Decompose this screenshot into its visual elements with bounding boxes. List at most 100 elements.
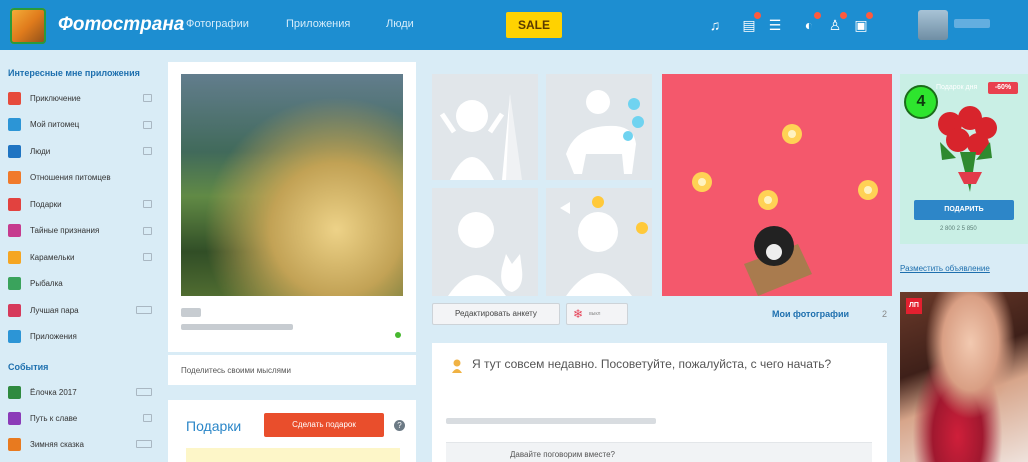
edit-profile-button[interactable]: Редактировать анкету (432, 303, 560, 325)
events-item[interactable]: Зимняя сказка (8, 436, 158, 452)
snowflake-icon: ❄ (573, 307, 584, 321)
apps-item-label: Подарки (30, 199, 62, 209)
events-item-label: Зимняя сказка (30, 439, 84, 449)
apps-item[interactable]: Люди (8, 143, 158, 159)
photo-placeholder-girl-butterfly[interactable] (546, 188, 652, 296)
photo-placeholder-girl-horse[interactable] (546, 74, 652, 180)
badge-box-icon (143, 120, 152, 129)
apps-app-icon (8, 250, 21, 264)
mail-icon[interactable]: ▣ (852, 12, 873, 34)
apps-app-icon (8, 91, 21, 105)
privacy-toggle-label: выкл (589, 311, 601, 317)
badge-box-icon (143, 253, 152, 261)
logo-avatar[interactable] (10, 8, 46, 44)
apps-item[interactable]: Приключение (8, 90, 158, 106)
apps-item[interactable]: Отношения питомцев (8, 170, 158, 186)
apps-item-label: Рыбалка (30, 279, 63, 288)
gift-of-day-title: Подарок дня (936, 84, 978, 91)
nav-apps[interactable]: Приложения (286, 18, 350, 30)
badge-box-icon (143, 200, 152, 208)
apps-item-label: Приключение (30, 93, 81, 103)
advertisement-image[interactable] (900, 292, 1028, 462)
user-name-blurred[interactable] (954, 19, 990, 28)
logo-text[interactable]: Фотострана (58, 14, 184, 36)
apps-app-icon (8, 330, 21, 343)
step-number-badge: 4 (904, 85, 938, 119)
user-icon (452, 359, 462, 373)
events-item[interactable]: Путь к славе (8, 410, 158, 426)
share-thoughts-input[interactable]: Поделитесь своими мыслями (181, 366, 291, 375)
feed-message: Я тут совсем недавно. Посоветуйте, пожал… (472, 357, 832, 371)
apps-item-label: Приложения (30, 332, 77, 341)
apps-app-icon (8, 118, 21, 131)
user-avatar[interactable] (918, 10, 948, 40)
gifts-title: Подарки (186, 418, 242, 434)
profile-name-blurred (181, 308, 201, 317)
feed-meta-blurred (446, 418, 656, 424)
girl-cat-illustration-icon (448, 212, 523, 296)
nav-people[interactable]: Люди (386, 18, 414, 30)
privacy-toggle-button[interactable]: ❄ выкл (566, 303, 628, 325)
gift-strip (186, 448, 400, 462)
events-app-icon (8, 385, 21, 399)
help-icon[interactable]: ? (394, 420, 405, 431)
girl-butterfly-illustration-icon (560, 196, 648, 296)
apps-item[interactable]: Подарки (8, 196, 158, 212)
badge-box-icon (143, 414, 152, 422)
events-item[interactable]: Ёлочка 2017 (8, 384, 158, 400)
photo-placeholder-cat-flowers[interactable] (662, 74, 892, 296)
badge-box-icon (136, 440, 152, 448)
feed-inner-prompt[interactable]: Давайте поговорим вместе? (510, 450, 615, 459)
apps-item[interactable]: Карамельки (8, 249, 158, 265)
badge-box-icon (136, 306, 152, 314)
left-sidebar: Интересные мне приложения Приключение Мой… (0, 58, 160, 462)
online-status-dot (395, 332, 401, 338)
badge-box-icon (143, 147, 152, 155)
apps-item-label: Мой питомец (30, 120, 80, 129)
rose-bouquet-icon (938, 106, 997, 192)
events-app-icon (8, 411, 21, 425)
top-bar: Фотострана Фотографии Приложения Люди SA… (0, 0, 1028, 50)
apps-item-label: Люди (30, 146, 51, 156)
messages-icon[interactable]: ▤ (740, 12, 761, 34)
badge-box-icon (143, 226, 152, 235)
photo-placeholder-girl-cat[interactable] (432, 188, 538, 296)
girl-eiffel-illustration-icon (439, 94, 522, 180)
profile-photo[interactable] (181, 74, 403, 296)
my-photos-link[interactable]: Мои фотографии (772, 309, 849, 319)
list-icon[interactable]: ☰ (766, 16, 784, 34)
apps-item[interactable]: Лучшая пара (8, 302, 158, 318)
photo-placeholder-girl-paris[interactable] (432, 74, 538, 180)
apps-app-icon (8, 224, 21, 237)
apps-item[interactable]: Мой питомец (8, 117, 158, 133)
apps-app-icon (8, 197, 21, 211)
make-gift-button[interactable]: Сделать подарок (264, 413, 384, 437)
badge-box-icon (143, 94, 152, 102)
sale-badge[interactable]: SALE (506, 12, 562, 38)
badge-box-icon (136, 388, 152, 396)
music-icon[interactable]: ♫ (706, 16, 724, 34)
apps-item-label: Отношения питомцев (30, 173, 111, 182)
apps-item-label: Карамельки (30, 252, 75, 262)
apps-app-icon (8, 171, 21, 184)
events-item-label: Путь к славе (30, 413, 78, 423)
discount-badge: -60% (988, 82, 1018, 94)
profile-location-blurred (181, 324, 293, 330)
place-ad-link[interactable]: Разместить объявление (900, 264, 990, 273)
apps-app-icon (8, 144, 21, 158)
promo-price: 2 800 2 5 850 (940, 226, 977, 232)
apps-item[interactable]: Рыбалка (8, 276, 158, 292)
apps-item[interactable]: Приложения (8, 329, 158, 345)
events-app-icon (8, 437, 21, 451)
apps-item[interactable]: Тайные признания (8, 223, 158, 239)
friends-icon[interactable]: ♙ (826, 12, 847, 34)
apps-app-icon (8, 277, 21, 290)
apps-app-icon (8, 303, 21, 317)
nav-photos[interactable]: Фотографии (186, 18, 249, 30)
events-heading: События (8, 362, 49, 372)
events-item-label: Ёлочка 2017 (30, 387, 77, 397)
present-button[interactable]: ПОДАРИТЬ (914, 200, 1014, 220)
bell-icon[interactable]: ◐ (800, 12, 821, 34)
ad-brand-logo: ЛП (906, 298, 922, 314)
apps-item-label: Лучшая пара (30, 305, 79, 315)
